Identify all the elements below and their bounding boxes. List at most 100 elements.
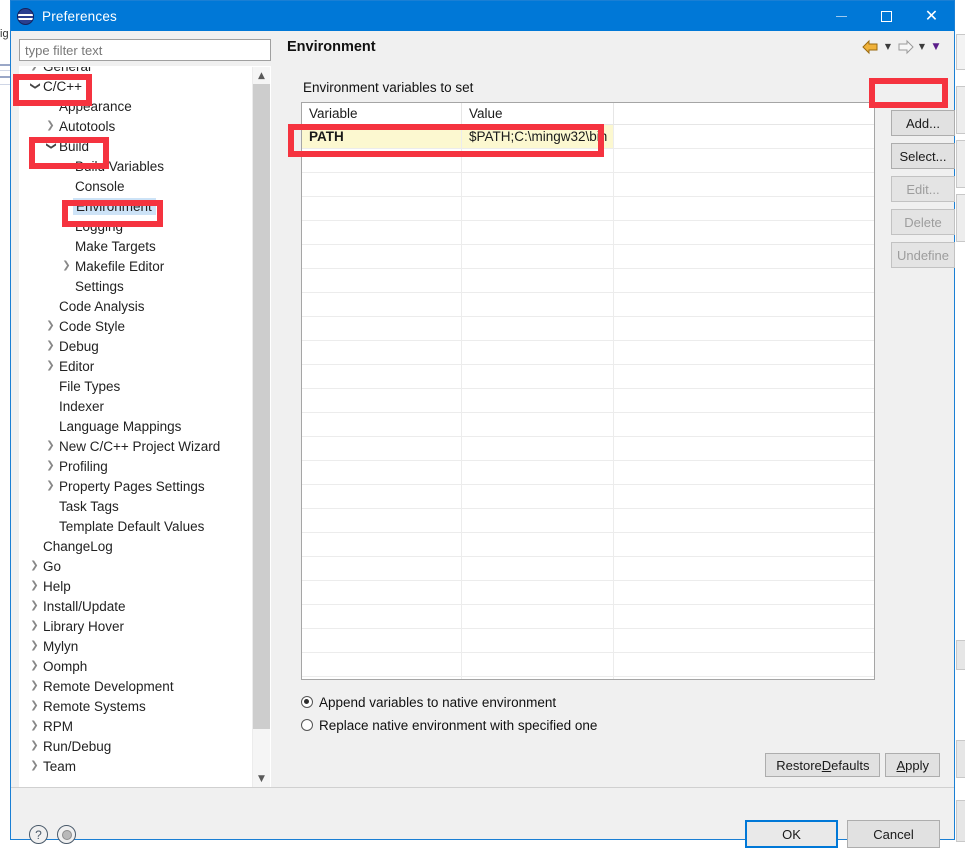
tree-item-library-hover[interactable]: ❯ Library Hover (20, 616, 250, 636)
table-row-empty[interactable] (302, 509, 874, 533)
chevron-right-icon[interactable]: ❯ (44, 341, 57, 351)
tree-item-language-mappings[interactable]: Language Mappings (20, 416, 250, 436)
chevron-right-icon[interactable]: ❯ (44, 321, 57, 331)
column-header-value[interactable]: Value (462, 103, 614, 124)
table-row-empty[interactable] (302, 221, 874, 245)
chevron-right-icon[interactable]: ❯ (28, 761, 41, 771)
tree-item-install-update[interactable]: ❯ Install/Update (20, 596, 250, 616)
forward-arrow-icon[interactable] (896, 39, 914, 55)
tree-item-new-c-c-project-wizard[interactable]: ❯ New C/C++ Project Wizard (20, 436, 250, 456)
tree-item-rpm[interactable]: ❯ RPM (20, 716, 250, 736)
chevron-right-icon[interactable]: ❯ (28, 701, 41, 711)
filter-input[interactable]: type filter text (19, 39, 271, 61)
chevron-right-icon[interactable]: ❯ (44, 121, 57, 131)
chevron-right-icon[interactable]: ❯ (28, 641, 41, 651)
tree-item-makefile-editor[interactable]: ❯ Makefile Editor (20, 256, 250, 276)
tree-item-property-pages-settings[interactable]: ❯ Property Pages Settings (20, 476, 250, 496)
table-row-empty[interactable] (302, 245, 874, 269)
apply-and-close-icon[interactable] (57, 825, 76, 844)
tree-item-code-style[interactable]: ❯ Code Style (20, 316, 250, 336)
table-row-empty[interactable] (302, 365, 874, 389)
chevron-right-icon[interactable]: ❯ (44, 461, 57, 471)
chevron-right-icon[interactable]: ❯ (28, 681, 41, 691)
table-row-empty[interactable] (302, 293, 874, 317)
table-row-empty[interactable] (302, 485, 874, 509)
tree-item-build-variables[interactable]: Build Variables (20, 156, 250, 176)
tree-item-appearance[interactable]: Appearance (20, 96, 250, 116)
select-button[interactable]: Select... (891, 143, 955, 169)
chevron-right-icon[interactable]: ❯ (44, 361, 57, 371)
tree-item-team[interactable]: ❯ Team (20, 756, 250, 776)
radio-option-replace[interactable]: Replace native environment with specifie… (301, 715, 597, 735)
table-row-empty[interactable] (302, 605, 874, 629)
table-row-empty[interactable] (302, 557, 874, 581)
scroll-up-button[interactable]: ▲ (253, 67, 270, 84)
tree-item-changelog[interactable]: ChangeLog (20, 536, 250, 556)
table-row-empty[interactable] (302, 269, 874, 293)
table-row-empty[interactable] (302, 677, 874, 679)
chevron-down-icon[interactable]: ❯ (30, 80, 41, 93)
table-row-empty[interactable] (302, 437, 874, 461)
table-row-empty[interactable] (302, 533, 874, 557)
tree-item-template-default-values[interactable]: Template Default Values (20, 516, 250, 536)
tree-item-mylyn[interactable]: ❯ Mylyn (20, 636, 250, 656)
tree-item-help[interactable]: ❯ Help (20, 576, 250, 596)
table-row[interactable]: PATH $PATH;C:\mingw32\bin (302, 125, 874, 149)
restore-defaults-button[interactable]: Restore Defaults (765, 753, 881, 777)
chevron-down-icon[interactable]: ❯ (46, 140, 57, 153)
chevron-right-icon[interactable]: ❯ (28, 601, 41, 611)
tree-item-editor[interactable]: ❯ Editor (20, 356, 250, 376)
add-button[interactable]: Add... (891, 110, 955, 136)
tree-item-remote-development[interactable]: ❯ Remote Development (20, 676, 250, 696)
tree-item-task-tags[interactable]: Task Tags (20, 496, 250, 516)
tree-item-run-debug[interactable]: ❯ Run/Debug (20, 736, 250, 756)
tree-scrollbar[interactable]: ▲ ▼ (252, 67, 270, 787)
environment-table[interactable]: Variable Value PATH $PATH;C:\mingw32\bin (301, 102, 875, 680)
back-dropdown-icon[interactable]: ▼ (882, 39, 894, 55)
tree-item-console[interactable]: Console (20, 176, 250, 196)
chevron-right-icon[interactable]: ❯ (44, 481, 57, 491)
radio-icon[interactable] (301, 719, 313, 731)
tree-item-settings[interactable]: Settings (20, 276, 250, 296)
title-bar[interactable]: Preferences ✕ (11, 1, 954, 31)
apply-button[interactable]: Apply (885, 753, 940, 777)
tree-item-c-c[interactable]: ❯ C/C++ (20, 76, 250, 96)
table-row-empty[interactable] (302, 173, 874, 197)
chevron-right-icon[interactable]: ❯ (44, 441, 57, 451)
close-button[interactable]: ✕ (909, 1, 954, 31)
tree-item-logging[interactable]: Logging (20, 216, 250, 236)
tree-item-general[interactable]: ❯General (20, 67, 250, 76)
tree-item-build[interactable]: ❯ Build (20, 136, 250, 156)
cancel-button[interactable]: Cancel (847, 820, 940, 848)
radio-icon[interactable] (301, 696, 313, 708)
tree-item-oomph[interactable]: ❯ Oomph (20, 656, 250, 676)
table-row-empty[interactable] (302, 461, 874, 485)
table-row-empty[interactable] (302, 581, 874, 605)
tree-item-environment[interactable]: Environment (20, 196, 250, 216)
tree-item-profiling[interactable]: ❯ Profiling (20, 456, 250, 476)
table-row-empty[interactable] (302, 197, 874, 221)
chevron-right-icon[interactable]: ❯ (28, 67, 41, 71)
chevron-right-icon[interactable]: ❯ (28, 581, 41, 591)
table-row-empty[interactable] (302, 653, 874, 677)
scrollbar-thumb[interactable] (253, 84, 270, 729)
table-row-empty[interactable] (302, 149, 874, 173)
help-icon[interactable]: ? (29, 825, 48, 844)
tree-item-autotools[interactable]: ❯ Autotools (20, 116, 250, 136)
minimize-button[interactable] (819, 1, 864, 31)
table-row-empty[interactable] (302, 389, 874, 413)
table-row-empty[interactable] (302, 629, 874, 653)
tree-item-debug[interactable]: ❯ Debug (20, 336, 250, 356)
chevron-right-icon[interactable]: ❯ (60, 261, 73, 271)
maximize-button[interactable] (864, 1, 909, 31)
scroll-down-button[interactable]: ▼ (253, 770, 270, 787)
tree-item-file-types[interactable]: File Types (20, 376, 250, 396)
tree-item-remote-systems[interactable]: ❯ Remote Systems (20, 696, 250, 716)
table-row-empty[interactable] (302, 413, 874, 437)
view-menu-icon[interactable]: ▼ (930, 39, 942, 55)
column-header-variable[interactable]: Variable (302, 103, 462, 124)
chevron-right-icon[interactable]: ❯ (28, 741, 41, 751)
chevron-right-icon[interactable]: ❯ (28, 621, 41, 631)
table-row-empty[interactable] (302, 341, 874, 365)
radio-option-append[interactable]: Append variables to native environment (301, 692, 597, 712)
